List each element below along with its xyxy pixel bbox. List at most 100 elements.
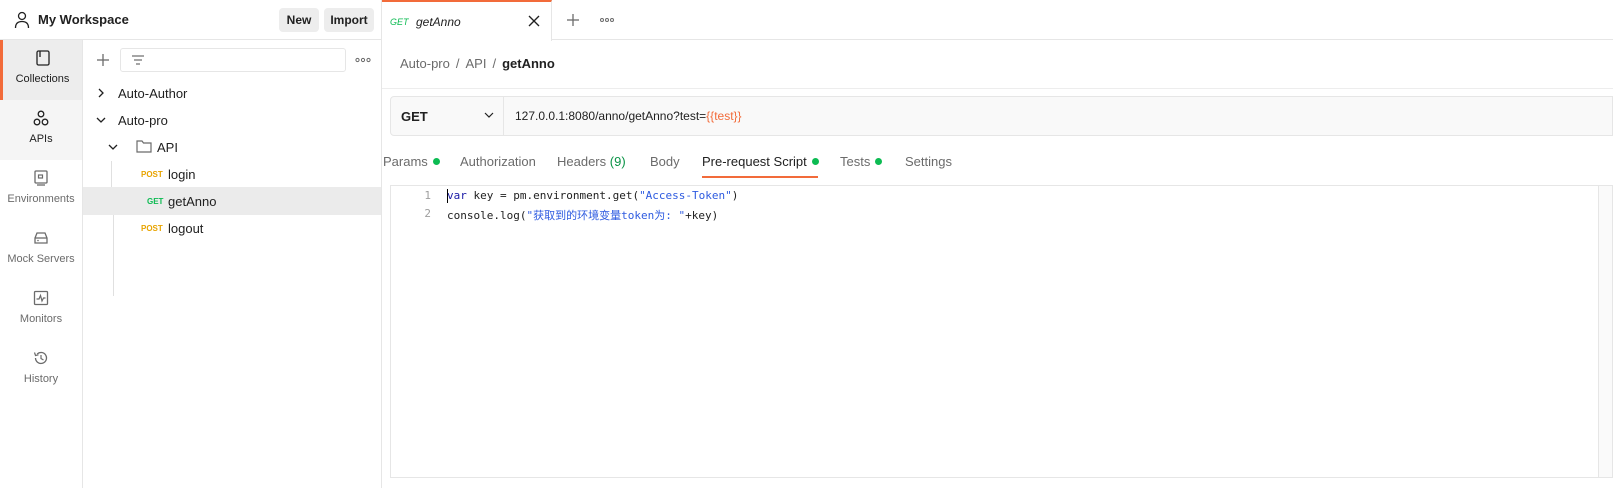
code-line[interactable]: console.log("获取到的环境变量token为: "+key) bbox=[447, 207, 718, 223]
tree-item-label: Auto-pro bbox=[118, 113, 168, 128]
sidebar-item-mock-servers[interactable]: Mock Servers bbox=[0, 220, 82, 280]
tab-pre-request-script[interactable]: Pre-request Script bbox=[702, 154, 819, 169]
code-text: key = pm.environment.get( bbox=[466, 189, 640, 202]
tree-item-auto-pro[interactable]: Auto-pro bbox=[83, 106, 381, 134]
close-icon[interactable] bbox=[528, 15, 540, 27]
line-gutter: 1 2 bbox=[391, 186, 437, 477]
workspace-header: My Workspace New Import bbox=[0, 0, 381, 40]
tree-item-login[interactable]: POST login bbox=[83, 160, 381, 188]
sidebar-item-monitors[interactable]: Monitors bbox=[0, 280, 82, 340]
tab-settings[interactable]: Settings bbox=[905, 154, 952, 169]
status-dot bbox=[875, 158, 883, 165]
add-collection-icon[interactable] bbox=[95, 52, 111, 68]
tree-item-api-folder[interactable]: API bbox=[83, 133, 381, 161]
chevron-down-icon[interactable] bbox=[107, 141, 119, 153]
chevron-down-icon bbox=[484, 112, 494, 118]
new-button[interactable]: New bbox=[279, 8, 319, 32]
sidebar-rail: Collections APIs Environments Mock Serve… bbox=[0, 40, 83, 488]
url-input[interactable]: 127.0.0.1:8080/anno/getAnno?test={{test}… bbox=[515, 109, 742, 123]
user-icon bbox=[14, 11, 30, 29]
tab-bar: GET getAnno bbox=[382, 0, 1613, 41]
url-bar: GET 127.0.0.1:8080/anno/getAnno?test={{t… bbox=[390, 96, 1613, 136]
sidebar-item-collections[interactable]: Collections bbox=[0, 40, 82, 100]
sidebar-item-label: Environments bbox=[7, 193, 75, 205]
monitors-icon bbox=[33, 290, 49, 306]
tab-label: Tests bbox=[840, 154, 871, 169]
postman-app: My Workspace New Import Collections APIs… bbox=[0, 0, 1613, 488]
code-string: "获取到的环境变量token为: " bbox=[526, 209, 686, 222]
method-select[interactable]: GET bbox=[391, 97, 504, 135]
tree-item-label: logout bbox=[168, 221, 204, 236]
tree-item-label: login bbox=[168, 167, 196, 182]
sidebar-item-environments[interactable]: Environments bbox=[0, 160, 82, 220]
method-badge: GET bbox=[147, 197, 164, 206]
mock-servers-icon bbox=[34, 232, 48, 244]
apis-icon bbox=[33, 110, 49, 126]
sidebar-item-history[interactable]: History bbox=[0, 340, 82, 400]
code-text: console.log( bbox=[447, 209, 527, 222]
request-tabs: Params Authorization Headers (9) Body Pr… bbox=[382, 150, 1613, 178]
tab-authorization[interactable]: Authorization bbox=[460, 154, 536, 169]
text-cursor bbox=[447, 189, 448, 203]
filter-icon bbox=[132, 55, 144, 65]
tab-body[interactable]: Body bbox=[650, 154, 680, 169]
collections-icon bbox=[35, 50, 50, 66]
method-value: GET bbox=[401, 109, 428, 124]
more-tabs-icon[interactable] bbox=[599, 12, 615, 28]
tab-label: Headers bbox=[557, 154, 607, 169]
tree-item-label: API bbox=[157, 140, 178, 155]
code-string: "Access-Token" bbox=[639, 189, 732, 202]
tab-tests[interactable]: Tests bbox=[840, 154, 883, 169]
tree-item-getanno[interactable]: GET getAnno bbox=[83, 187, 381, 215]
tree-toolbar bbox=[83, 40, 381, 80]
left-panel: My Workspace New Import Collections APIs… bbox=[0, 0, 382, 488]
new-tab-icon[interactable] bbox=[565, 12, 581, 28]
breadcrumb-current[interactable]: getAnno bbox=[502, 56, 555, 71]
tab-label: Body bbox=[650, 154, 680, 169]
tree-item-auto-author[interactable]: Auto-Author bbox=[83, 79, 381, 107]
collections-tree: Auto-Author Auto-pro API POST login GET … bbox=[83, 40, 381, 488]
workspace-title[interactable]: My Workspace bbox=[38, 12, 129, 27]
active-tab-indicator bbox=[702, 176, 818, 178]
environments-icon bbox=[34, 170, 48, 186]
tab-title: getAnno bbox=[416, 15, 461, 29]
url-variable: {{test}} bbox=[706, 109, 742, 123]
history-icon bbox=[33, 351, 48, 365]
chevron-right-icon[interactable] bbox=[95, 87, 107, 99]
method-badge: POST bbox=[141, 170, 163, 179]
code-keyword: var bbox=[447, 189, 467, 202]
tab-method: GET bbox=[390, 17, 409, 27]
tab-params[interactable]: Params bbox=[383, 154, 440, 169]
filter-input[interactable] bbox=[120, 48, 346, 72]
sidebar-item-label: APIs bbox=[29, 133, 53, 145]
editor-scrollbar[interactable] bbox=[1598, 186, 1612, 477]
script-editor[interactable]: 1 2 var key = pm.environment.get("Access… bbox=[390, 185, 1613, 478]
code-text: +key) bbox=[685, 209, 719, 222]
breadcrumb-item[interactable]: API bbox=[466, 56, 487, 71]
headers-count: (9) bbox=[609, 154, 626, 169]
tab-label: Settings bbox=[905, 154, 952, 169]
sidebar-item-label: Mock Servers bbox=[7, 253, 75, 265]
tree-item-label: getAnno bbox=[168, 194, 217, 209]
breadcrumb-separator: / bbox=[492, 56, 497, 71]
breadcrumb-separator: / bbox=[455, 56, 460, 71]
breadcrumb: Auto-pro / API / getAnno bbox=[400, 56, 555, 71]
tab-label: Pre-request Script bbox=[702, 154, 807, 169]
line-number: 1 bbox=[424, 189, 431, 202]
main-panel: GET getAnno Auto-pro / API / getAnno GET 127… bbox=[382, 0, 1613, 488]
sidebar-item-label: Collections bbox=[15, 73, 70, 85]
chevron-down-icon[interactable] bbox=[95, 114, 107, 126]
code-line[interactable]: var key = pm.environment.get("Access-Tok… bbox=[447, 189, 738, 202]
tab-getanno[interactable]: GET getAnno bbox=[382, 0, 552, 41]
tab-headers[interactable]: Headers (9) bbox=[557, 154, 626, 169]
breadcrumb-item[interactable]: Auto-pro bbox=[400, 56, 450, 71]
sidebar-item-apis[interactable]: APIs bbox=[0, 100, 82, 160]
url-base: 127.0.0.1:8080/anno/getAnno?test= bbox=[515, 109, 707, 123]
tree-item-logout[interactable]: POST logout bbox=[83, 214, 381, 242]
status-dot bbox=[432, 158, 440, 165]
more-options-icon[interactable] bbox=[353, 50, 373, 70]
import-button[interactable]: Import bbox=[324, 8, 374, 32]
method-badge: POST bbox=[141, 224, 163, 233]
folder-icon bbox=[136, 140, 152, 153]
tab-label: Authorization bbox=[460, 154, 536, 169]
